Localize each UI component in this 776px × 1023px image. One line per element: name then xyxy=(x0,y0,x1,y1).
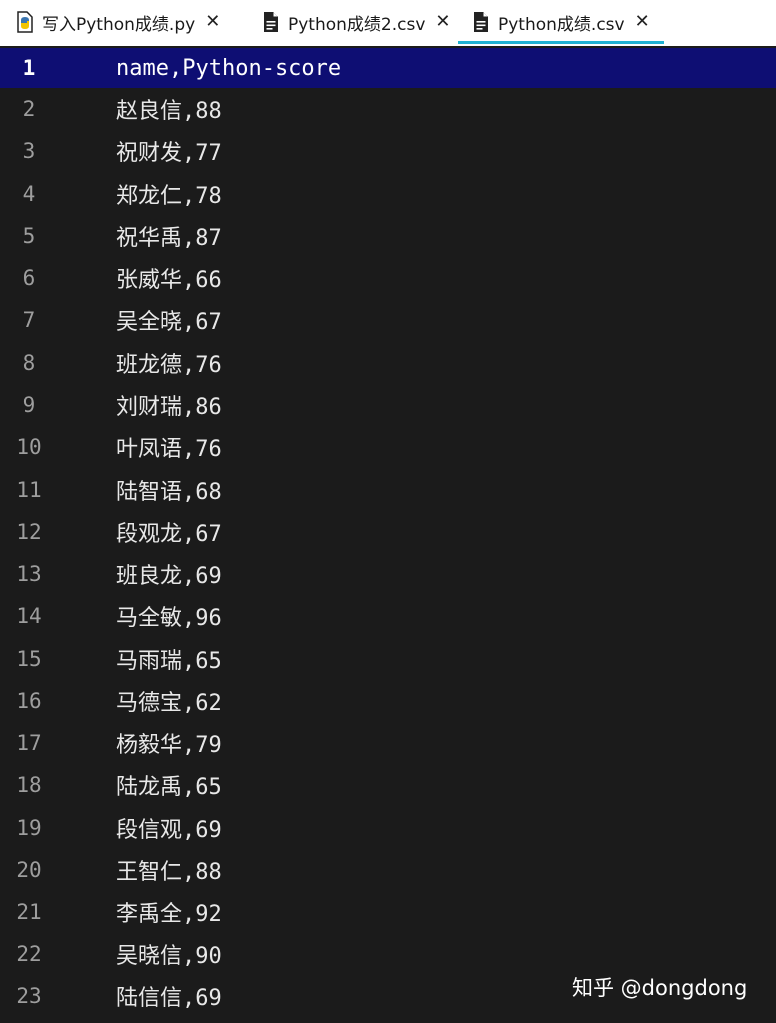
line-number: 6 xyxy=(22,266,36,290)
line-text[interactable]: 王智仁,88 xyxy=(116,854,222,886)
line-number: 20 xyxy=(16,858,42,882)
document-file-icon xyxy=(262,11,280,33)
editor-line[interactable]: 17 杨毅华,79 xyxy=(0,722,776,764)
zhihu-watermark: 知乎 @dongdong xyxy=(572,976,748,1000)
line-number: 22 xyxy=(16,942,42,966)
tab-label: 写入Python成绩.py xyxy=(42,14,196,35)
line-text[interactable]: 李禹全,92 xyxy=(116,896,222,928)
editor-line[interactable]: 12 段观龙,67 xyxy=(0,511,776,553)
line-text[interactable]: 叶凤语,76 xyxy=(116,431,222,463)
line-text[interactable]: 陆智语,68 xyxy=(116,474,222,506)
line-number: 16 xyxy=(16,689,42,713)
code-editor[interactable]: 1 name,Python-score 2 赵良信,88 3 祝财发,77 4 … xyxy=(0,46,776,1023)
line-text[interactable]: 吴晓信,90 xyxy=(116,938,222,970)
line-number: 1 xyxy=(22,56,36,80)
line-text[interactable]: 赵良信,88 xyxy=(116,93,222,125)
editor-line[interactable]: 18 陆龙禹,65 xyxy=(0,764,776,806)
line-text[interactable]: 祝财发,77 xyxy=(116,135,222,167)
tab-python-score-csv[interactable]: Python成绩.csv ✕ xyxy=(458,0,664,44)
editor-line[interactable]: 20 王智仁,88 xyxy=(0,849,776,891)
line-text[interactable]: name,Python-score xyxy=(116,56,341,81)
tab-bar: 写入Python成绩.py ✕ Python成绩2.csv ✕ Python成绩… xyxy=(0,0,776,46)
line-text[interactable]: 杨毅华,79 xyxy=(116,727,222,759)
line-number: 5 xyxy=(22,224,36,248)
tab-label: Python成绩2.csv xyxy=(288,14,426,35)
line-number: 14 xyxy=(16,604,42,628)
line-text[interactable]: 郑龙仁,78 xyxy=(116,178,222,210)
line-number: 19 xyxy=(16,816,42,840)
close-icon[interactable]: ✕ xyxy=(635,13,650,31)
line-number: 3 xyxy=(22,139,36,163)
editor-line[interactable]: 16 马德宝,62 xyxy=(0,680,776,722)
editor-line[interactable]: 2 赵良信,88 xyxy=(0,88,776,130)
tab-label: Python成绩.csv xyxy=(498,14,625,35)
editor-line[interactable]: 4 郑龙仁,78 xyxy=(0,173,776,215)
editor-line[interactable]: 5 祝华禹,87 xyxy=(0,215,776,257)
line-number: 4 xyxy=(22,182,36,206)
editor-line[interactable]: 15 马雨瑞,65 xyxy=(0,638,776,680)
editor-line[interactable]: 9 刘财瑞,86 xyxy=(0,384,776,426)
editor-line[interactable]: 14 马全敏,96 xyxy=(0,595,776,637)
editor-line[interactable]: 21 李禹全,92 xyxy=(0,891,776,933)
line-text[interactable]: 班良龙,69 xyxy=(116,558,222,590)
line-number: 11 xyxy=(16,478,42,502)
editor-line[interactable]: 1 name,Python-score xyxy=(0,48,776,88)
line-number: 12 xyxy=(16,520,42,544)
line-number: 18 xyxy=(16,773,42,797)
line-number: 13 xyxy=(16,562,42,586)
line-text[interactable]: 马德宝,62 xyxy=(116,685,222,717)
line-text[interactable]: 陆龙禹,65 xyxy=(116,769,222,801)
line-text[interactable]: 马全敏,96 xyxy=(116,600,222,632)
python-file-icon xyxy=(16,11,34,33)
close-icon[interactable]: ✕ xyxy=(435,13,450,31)
editor-line[interactable]: 6 张威华,66 xyxy=(0,257,776,299)
line-text[interactable]: 张威华,66 xyxy=(116,262,222,294)
line-text[interactable]: 陆信信,69 xyxy=(116,980,222,1012)
editor-line[interactable]: 7 吴全晓,67 xyxy=(0,299,776,341)
close-icon[interactable]: ✕ xyxy=(205,13,220,31)
editor-line[interactable]: 22 吴晓信,90 xyxy=(0,933,776,975)
editor-line[interactable]: 13 班良龙,69 xyxy=(0,553,776,595)
line-text[interactable]: 段信观,69 xyxy=(116,812,222,844)
line-number: 10 xyxy=(16,435,42,459)
line-number: 23 xyxy=(16,984,42,1008)
line-number: 15 xyxy=(16,647,42,671)
line-number: 21 xyxy=(16,900,42,924)
line-text[interactable]: 刘财瑞,86 xyxy=(116,389,222,421)
tab-write-python-score-py[interactable]: 写入Python成绩.py ✕ xyxy=(16,0,220,44)
line-number: 9 xyxy=(22,393,36,417)
line-number: 7 xyxy=(22,308,36,332)
line-number: 2 xyxy=(22,97,36,121)
line-number: 17 xyxy=(16,731,42,755)
editor-line[interactable]: 8 班龙德,76 xyxy=(0,342,776,384)
line-number: 8 xyxy=(22,351,36,375)
line-text[interactable]: 马雨瑞,65 xyxy=(116,643,222,675)
editor-line[interactable]: 11 陆智语,68 xyxy=(0,469,776,511)
document-file-icon xyxy=(472,11,490,33)
editor-line[interactable]: 3 祝财发,77 xyxy=(0,130,776,172)
line-text[interactable]: 祝华禹,87 xyxy=(116,220,222,252)
line-text[interactable]: 班龙德,76 xyxy=(116,347,222,379)
line-text[interactable]: 段观龙,67 xyxy=(116,516,222,548)
editor-line[interactable]: 10 叶凤语,76 xyxy=(0,426,776,468)
line-text[interactable]: 吴全晓,67 xyxy=(116,304,222,336)
tab-python-score2-csv[interactable]: Python成绩2.csv ✕ xyxy=(262,0,451,44)
editor-line[interactable]: 19 段信观,69 xyxy=(0,807,776,849)
